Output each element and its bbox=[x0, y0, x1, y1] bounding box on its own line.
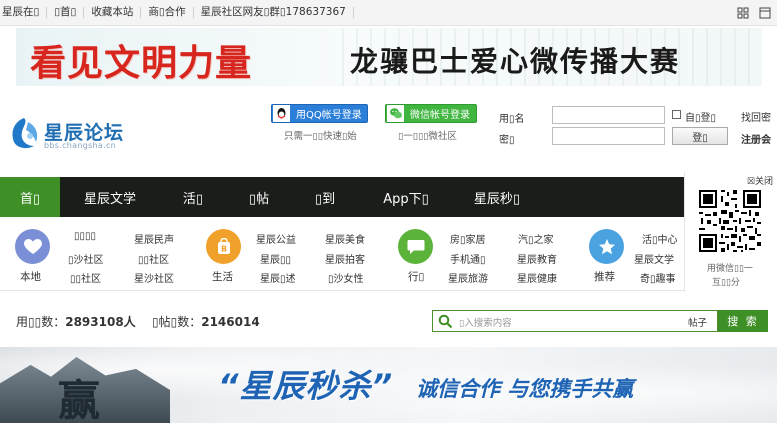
search-input[interactable]: ▯入搜索内容 帖子 bbox=[432, 310, 718, 332]
register-link[interactable]: 注册会 bbox=[741, 131, 771, 146]
topbar-link-business[interactable]: 商▯合作 bbox=[141, 7, 194, 18]
find-password-link[interactable]: 找回密 bbox=[741, 109, 771, 124]
site-logo[interactable]: 星辰论坛 bbs.changsha.cn bbox=[8, 114, 148, 154]
chat-icon[interactable] bbox=[398, 229, 433, 264]
qr-code-panel: ☒关闭 用微信▯▯一 互▯▯分 bbox=[684, 172, 777, 292]
username-input[interactable] bbox=[552, 106, 665, 124]
search-icon bbox=[438, 314, 453, 329]
category-link[interactable]: 手机通▯ bbox=[450, 251, 486, 266]
nav-item-checkin[interactable]: ▯到 bbox=[292, 177, 358, 217]
topbar-link-set-homepage[interactable]: ▯首▯ bbox=[47, 7, 85, 18]
banner-slogan-sub: 诚信合作 与您携手共赢 bbox=[416, 377, 634, 401]
category-name-local[interactable]: 本地 bbox=[20, 269, 41, 284]
user-count: 用▯▯数：2893108人 bbox=[16, 313, 136, 330]
nav-item-flash-sale[interactable]: 星辰秒▯ bbox=[454, 177, 540, 217]
password-input[interactable] bbox=[552, 127, 665, 145]
search-button[interactable]: 搜 索 bbox=[718, 310, 768, 332]
banner-ying-char: 赢 bbox=[58, 376, 101, 423]
category-name-life[interactable]: 生活 bbox=[212, 269, 233, 284]
category-name-recommend[interactable]: 推荐 bbox=[594, 269, 615, 284]
qr-code-icon bbox=[697, 188, 763, 254]
banner-black-text: 龙骧巴士爱心微传播大赛 bbox=[350, 45, 681, 78]
username-label: 用▯名 bbox=[499, 114, 525, 125]
main-nav: 首▯ 星辰文学 活▯ ▯帖 ▯到 App下▯ 星辰秒▯ bbox=[0, 177, 690, 217]
category-link[interactable]: 房▯家居 bbox=[450, 231, 486, 246]
heart-icon[interactable] bbox=[15, 229, 50, 264]
category-link[interactable]: 星辰公益 bbox=[256, 231, 296, 246]
qq-login-label: 用QQ帐号登录 bbox=[296, 110, 362, 121]
category-link[interactable]: ▯▯社区 bbox=[138, 251, 169, 266]
nav-item-home[interactable]: 首▯ bbox=[0, 177, 60, 217]
wechat-icon bbox=[387, 105, 404, 122]
grid-icon[interactable] bbox=[737, 7, 749, 19]
window-icon[interactable] bbox=[759, 7, 771, 19]
banner-red-text: 看见文明力量 bbox=[30, 42, 253, 84]
qq-login-button[interactable]: 用QQ帐号登录 bbox=[271, 104, 368, 123]
category-link[interactable]: 星沙社区 bbox=[134, 270, 174, 285]
category-link[interactable]: 星辰▯述 bbox=[260, 270, 296, 285]
nav-item-literature[interactable]: 星辰文学 bbox=[60, 177, 160, 217]
topbar-link-home-site[interactable]: 星辰在▯ bbox=[2, 7, 48, 18]
category-link[interactable]: 奇▯趣事 bbox=[640, 270, 676, 285]
wechat-login-note: ▯一▯▯▯微社区 bbox=[398, 131, 457, 142]
bag-icon[interactable]: B bbox=[206, 229, 241, 264]
logo-mark-icon bbox=[12, 118, 38, 149]
remember-checkbox[interactable] bbox=[672, 110, 681, 119]
wechat-login-label: 微信帐号登录 bbox=[410, 110, 470, 121]
svg-text:B: B bbox=[220, 245, 226, 254]
qq-icon bbox=[273, 105, 290, 122]
topbar-link-qq-group[interactable]: 星辰社区网友▯群▯178637367 bbox=[194, 7, 354, 18]
password-label: 密▯ bbox=[499, 135, 515, 146]
remember-label: 自▯登▯ bbox=[685, 113, 717, 124]
search-scope-select[interactable]: 帖子 bbox=[688, 315, 707, 329]
post-count-value: 2146014 bbox=[201, 315, 260, 329]
category-link[interactable]: ▯沙社区 bbox=[68, 251, 104, 266]
banner-slogan-main: “星辰秒杀” bbox=[218, 367, 394, 405]
qr-caption-line1: 用微信▯▯一 bbox=[707, 264, 753, 274]
nav-item-app-download[interactable]: App下▯ bbox=[358, 177, 454, 217]
top-bar: 星辰在▯ ▯首▯ 收藏本站 商▯合作 星辰社区网友▯群▯178637367 bbox=[0, 0, 777, 26]
category-link[interactable]: 星辰健康 bbox=[517, 270, 557, 285]
post-count: ▯帖▯数：2146014 bbox=[152, 313, 260, 330]
user-count-label: 用▯▯数： bbox=[16, 315, 66, 329]
wechat-login-button[interactable]: 微信帐号登录 bbox=[385, 104, 477, 123]
post-count-label: ▯帖▯数： bbox=[152, 315, 202, 329]
top-banner-ad[interactable]: 看见文明力量 龙骧巴士爱心微传播大赛 bbox=[16, 28, 762, 86]
nav-item-post[interactable]: ▯帖 bbox=[226, 177, 292, 217]
category-link[interactable]: 星辰民声 bbox=[134, 231, 174, 246]
nav-item-activity[interactable]: 活▯ bbox=[160, 177, 226, 217]
qr-caption-line2: 互▯▯分 bbox=[712, 278, 740, 288]
category-name-travel[interactable]: 行▯ bbox=[408, 269, 424, 284]
category-link[interactable]: 星辰文学 bbox=[634, 251, 674, 266]
login-button[interactable]: 登▯ bbox=[672, 127, 728, 145]
star-icon[interactable] bbox=[589, 229, 624, 264]
category-link[interactable]: ▯沙女性 bbox=[328, 270, 364, 285]
category-link[interactable]: ▯▯社区 bbox=[70, 270, 101, 285]
category-link[interactable]: 星辰教育 bbox=[517, 251, 557, 266]
topbar-right-icons bbox=[737, 7, 771, 19]
category-link[interactable]: 汽▯之家 bbox=[518, 231, 554, 246]
category-panel: 本地 ▯▯▯▯ 星辰民声 ▯沙社区 ▯▯社区 ▯▯社区 星沙社区 B 生活 星辰… bbox=[0, 217, 684, 291]
category-link[interactable]: 星辰美食 bbox=[325, 231, 365, 246]
topbar-link-bookmark[interactable]: 收藏本站 bbox=[84, 7, 142, 18]
category-link[interactable]: 活▯中心 bbox=[642, 231, 678, 246]
category-link[interactable]: 星辰旅游 bbox=[448, 270, 488, 285]
search-placeholder: ▯入搜索内容 bbox=[459, 318, 512, 329]
qq-login-note: 只需一▯▯快速▯始 bbox=[284, 131, 357, 142]
category-link[interactable]: 星辰▯▯ bbox=[260, 251, 291, 266]
bottom-banner-ad[interactable]: 赢 “星辰秒杀” 诚信合作 与您携手共赢 bbox=[0, 347, 777, 423]
logo-url: bbs.changsha.cn bbox=[44, 141, 117, 150]
category-link[interactable]: 星辰拍客 bbox=[325, 251, 365, 266]
category-link[interactable]: ▯▯▯▯ bbox=[74, 231, 96, 242]
user-count-value: 2893108人 bbox=[65, 315, 136, 329]
qr-close-button[interactable]: ☒关闭 bbox=[747, 174, 773, 187]
